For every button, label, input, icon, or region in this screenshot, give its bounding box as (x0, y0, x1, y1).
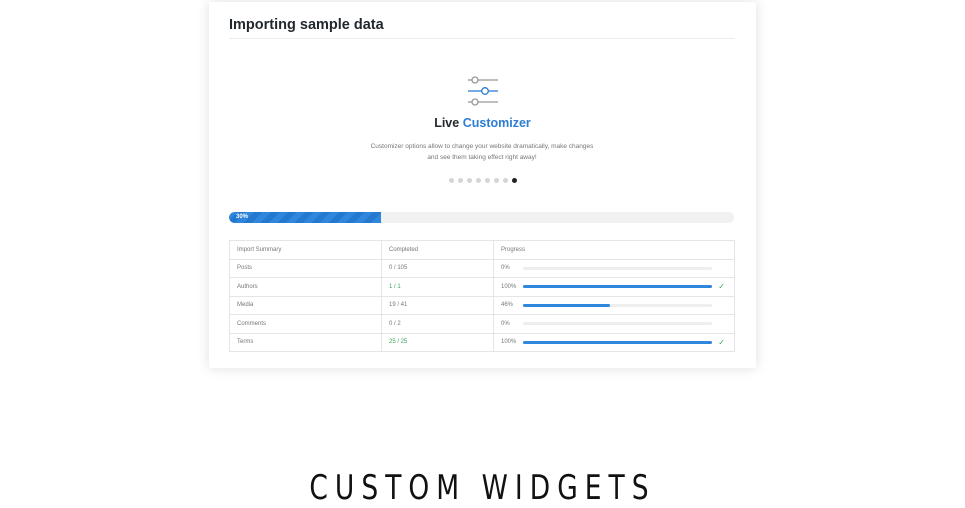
row-name: Comments (229, 314, 382, 334)
carousel-dot[interactable] (511, 178, 517, 183)
table-row: Media 19 / 41 46% (229, 295, 735, 315)
row-progress: 0% (493, 258, 735, 278)
carousel-dot[interactable] (448, 178, 454, 183)
row-progress-bar (523, 285, 712, 288)
row-progress-percent: 46% (501, 302, 514, 309)
row-progress-percent: 0% (501, 320, 510, 327)
carousel-dot[interactable] (484, 178, 490, 183)
table-row: Comments 0 / 2 0% (229, 314, 735, 334)
card-title: Importing sample data (229, 17, 384, 33)
check-icon: ✓ (718, 337, 725, 347)
slide-description: Customizer options allow to change your … (370, 143, 594, 161)
row-progress-bar (523, 322, 712, 325)
row-progress-fill (523, 285, 712, 288)
row-name: Media (229, 295, 382, 315)
row-progress-fill (523, 303, 610, 307)
slide-heading: Live Customizer (209, 116, 756, 130)
row-completed: 19 / 41 (381, 295, 494, 315)
slide-heading-prefix: Live (434, 116, 460, 130)
row-completed: 0 / 105 (381, 258, 494, 278)
row-progress-bar (523, 266, 712, 270)
import-summary-table: Import Summary Completed Progress Posts 0… (229, 240, 735, 352)
row-progress: 0% (493, 314, 735, 334)
row-progress-percent: 0% (501, 265, 510, 272)
carousel-dots (209, 178, 756, 183)
overall-progress-fill: 30% (229, 212, 381, 223)
header-progress: Progress (493, 240, 735, 260)
carousel-dot[interactable] (466, 178, 472, 183)
row-progress-fill (523, 340, 712, 344)
overall-progress-bar: 30% (229, 212, 734, 223)
carousel-dot[interactable] (493, 178, 499, 183)
sliders-icon (468, 76, 498, 106)
table-row: Terms 25 / 25 100% ✓ (229, 332, 735, 352)
row-progress-bar (523, 303, 712, 307)
row-progress: 46% (493, 295, 735, 315)
table-header-row: Import Summary Completed Progress (229, 240, 735, 260)
row-name: Terms (229, 332, 382, 352)
section-heading: CUSTOM WIDGETS (309, 468, 656, 508)
check-icon: ✓ (718, 282, 725, 291)
row-progress-percent: 100% (501, 283, 517, 290)
carousel-dot[interactable] (457, 178, 463, 183)
header-import-summary: Import Summary (229, 240, 382, 260)
import-card: Importing sample data Live Customizer Cu… (209, 2, 756, 368)
table-row: Posts 0 / 105 0% (229, 258, 735, 278)
header-completed: Completed (381, 240, 494, 260)
row-progress-bar (523, 340, 712, 344)
row-name: Authors (229, 277, 382, 297)
table-row: Authors 1 / 1 100% ✓ (229, 277, 735, 297)
row-progress: 100% ✓ (493, 332, 735, 352)
row-completed: 0 / 2 (381, 314, 494, 334)
row-name: Posts (229, 258, 382, 278)
row-progress-percent: 100% (501, 339, 517, 346)
slide-heading-accent: Customizer (462, 116, 531, 130)
carousel-dot[interactable] (502, 178, 508, 183)
title-divider (229, 38, 735, 39)
row-completed: 25 / 25 (381, 332, 494, 352)
row-progress: 100% ✓ (493, 277, 735, 297)
row-completed: 1 / 1 (381, 277, 494, 297)
carousel-dot[interactable] (475, 178, 481, 183)
overall-progress-label: 30% (236, 214, 249, 220)
